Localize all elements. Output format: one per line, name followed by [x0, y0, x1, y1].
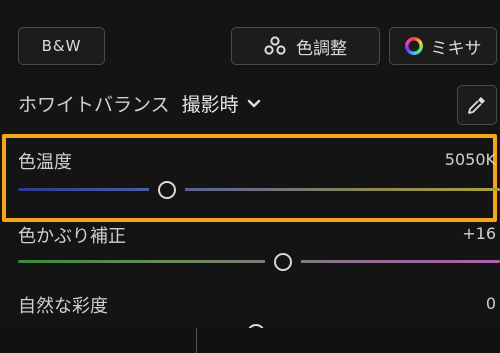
vibrance-label: 自然な彩度	[18, 296, 108, 317]
temperature-value: 5050K	[444, 150, 496, 169]
white-balance-row[interactable]: ホワイトバランス 撮影時	[18, 90, 261, 117]
temperature-thumb[interactable]	[158, 181, 176, 199]
tint-thumb[interactable]	[274, 253, 292, 271]
tint-value: +16	[462, 224, 496, 243]
white-balance-label: ホワイトバランス	[18, 94, 170, 116]
bottom-toolbar	[0, 328, 500, 353]
mixer-label: ミキサ	[430, 38, 482, 59]
three-dots-icon	[264, 36, 286, 55]
color-adjust-label: 色調整	[296, 38, 347, 59]
tint-label: 色かぶり補正	[18, 226, 126, 247]
temperature-highlight-frame	[2, 134, 497, 222]
toolbar-separator	[196, 328, 197, 353]
tint-track[interactable]	[18, 260, 500, 263]
bw-button[interactable]: B&W	[18, 27, 105, 65]
eyedropper-icon	[468, 97, 485, 114]
mixer-button[interactable]: ミキサ	[389, 27, 497, 65]
vibrance-value: 0	[485, 294, 496, 313]
color-wheel-icon	[404, 37, 423, 55]
temperature-label: 色温度	[18, 152, 72, 173]
white-balance-value[interactable]: 撮影時	[182, 90, 239, 117]
color-adjust-button[interactable]: 色調整	[231, 27, 380, 65]
temperature-track[interactable]	[18, 188, 500, 191]
chevron-down-icon[interactable]	[247, 99, 261, 109]
eyedropper-button[interactable]	[457, 85, 497, 125]
